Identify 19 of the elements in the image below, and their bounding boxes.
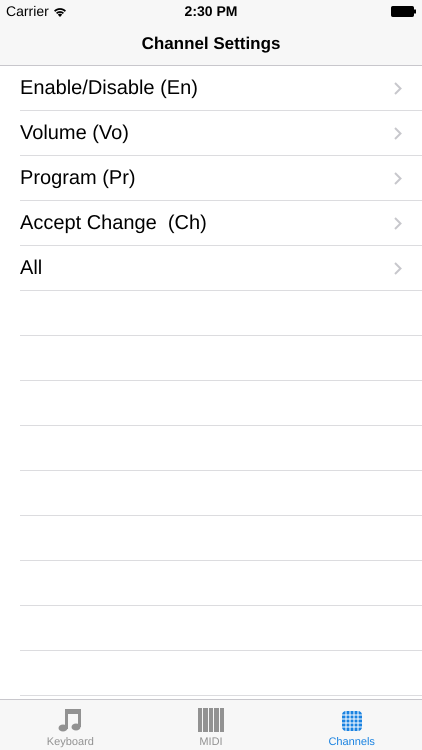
settings-row[interactable]: Volume (Vo): [20, 111, 422, 156]
wifi-icon: [52, 6, 67, 16]
chevron-icon: [394, 126, 402, 140]
chevron-icon: [394, 82, 402, 94]
settings-row[interactable]: All: [20, 246, 422, 291]
chevron-icon: [394, 216, 402, 230]
settings-row[interactable]: Enable/Disable (En): [20, 66, 422, 111]
chevron-icon: [394, 172, 402, 184]
grid-icon: [340, 710, 363, 732]
battery-icon: [391, 6, 416, 16]
status-time: 2:30 PM: [184, 3, 238, 19]
nav-title: Channel Settings: [142, 34, 280, 54]
settings-row[interactable]: Accept Change (Ch): [20, 201, 422, 246]
music-note-icon: [57, 706, 84, 732]
tab-button[interactable]: Channels: [281, 700, 422, 750]
settings-row[interactable]: Program (Pr): [20, 156, 422, 201]
piano-keys-icon: [198, 708, 224, 732]
carrier-label: Carrier: [6, 3, 49, 19]
chevron-icon: [394, 262, 402, 274]
